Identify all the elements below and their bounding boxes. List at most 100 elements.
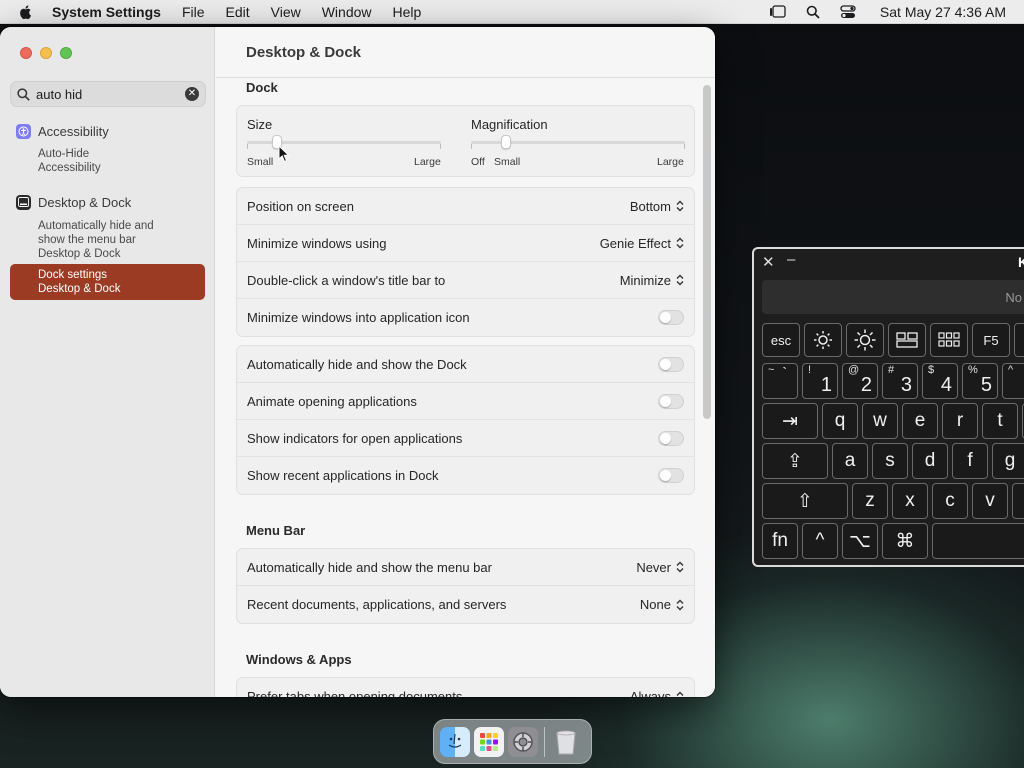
- launchpad-icon[interactable]: [474, 726, 504, 757]
- menu-file[interactable]: File: [182, 4, 205, 20]
- minimize-into-icon-toggle[interactable]: [658, 310, 684, 325]
- accessibility-icon: [16, 123, 31, 139]
- close-icon[interactable]: ✕: [762, 253, 775, 271]
- key-e[interactable]: e: [902, 403, 938, 439]
- trash-icon[interactable]: [551, 727, 581, 757]
- size-max-label: Large: [414, 156, 441, 168]
- mission-control-icon[interactable]: [888, 323, 926, 357]
- key-shift[interactable]: ⇧: [762, 483, 848, 519]
- search-result-title: Auto-Hide: [38, 148, 90, 160]
- row-prefer-tabs: Prefer tabs when opening documents Alway…: [237, 678, 694, 697]
- system-settings-icon[interactable]: [508, 726, 538, 757]
- key-r[interactable]: r: [942, 403, 978, 439]
- dock: [433, 719, 592, 764]
- key-x[interactable]: x: [892, 483, 928, 519]
- search-result-dock-settings[interactable]: Dock settings Desktop & Dock: [10, 264, 205, 300]
- search-result-auto-hide[interactable]: Auto-Hide Accessibility: [0, 147, 215, 175]
- key-tab[interactable]: ⇥: [762, 403, 818, 439]
- key-option[interactable]: ⌥: [842, 523, 878, 559]
- key-t[interactable]: t: [982, 403, 1018, 439]
- double-click-popup[interactable]: Minimize: [620, 273, 684, 288]
- key-v[interactable]: v: [972, 483, 1008, 519]
- dock-divider: [544, 726, 545, 757]
- minimize-window-button[interactable]: [40, 47, 52, 59]
- key-char: `: [782, 364, 787, 380]
- menu-app-name[interactable]: System Settings: [52, 4, 161, 20]
- show-indicators-toggle[interactable]: [658, 430, 684, 446]
- search-result-menu-bar[interactable]: Automatically hide and show the menu bar…: [0, 219, 170, 261]
- key-1[interactable]: ! 1: [802, 363, 838, 399]
- key-2[interactable]: @2: [842, 363, 878, 399]
- stage-manager-icon[interactable]: [769, 5, 786, 19]
- key-s[interactable]: s: [872, 443, 908, 479]
- apple-menu-icon[interactable]: [18, 4, 34, 20]
- brightness-down-icon[interactable]: [804, 323, 842, 357]
- size-label: Size: [247, 117, 273, 132]
- search-input[interactable]: [36, 86, 176, 102]
- brightness-up-icon[interactable]: [846, 323, 884, 357]
- row-recent-documents: Recent documents, applications, and serv…: [237, 586, 694, 623]
- key-5[interactable]: % 5: [962, 363, 998, 399]
- menu-window[interactable]: Window: [322, 4, 372, 20]
- key-fn[interactable]: fn: [762, 523, 798, 559]
- key-backtick[interactable]: ~ `: [762, 363, 798, 399]
- key-f[interactable]: f: [952, 443, 988, 479]
- key-a[interactable]: a: [832, 443, 868, 479]
- key-6[interactable]: ^: [1002, 363, 1024, 399]
- menu-edit[interactable]: Edit: [226, 4, 250, 20]
- toggle-knob: [660, 312, 671, 323]
- key-3[interactable]: #3: [882, 363, 918, 399]
- magnification-slider-thumb[interactable]: [501, 135, 511, 149]
- mag-tick-off: [471, 144, 472, 149]
- sidebar-category-accessibility[interactable]: Accessibility: [0, 121, 215, 141]
- key-caps-lock[interactable]: ⇪: [762, 443, 828, 479]
- clear-search-icon[interactable]: ✕: [185, 87, 199, 101]
- row-minimize-into-app-icon: Minimize windows into application icon: [237, 299, 694, 336]
- minimize-icon[interactable]: –: [787, 251, 795, 268]
- control-center-icon[interactable]: [840, 5, 856, 19]
- position-popup[interactable]: Bottom: [630, 199, 684, 214]
- mag-tick-max: [684, 144, 685, 149]
- menu-help[interactable]: Help: [393, 4, 422, 20]
- key-z[interactable]: z: [852, 483, 888, 519]
- minimize-effect-popup[interactable]: Genie Effect: [600, 236, 684, 251]
- toggle-knob: [660, 432, 671, 444]
- row-label: Automatically hide and show the menu bar: [247, 559, 492, 575]
- key-w[interactable]: w: [862, 403, 898, 439]
- close-window-button[interactable]: [20, 47, 32, 59]
- key-g[interactable]: g: [992, 443, 1024, 479]
- search-field[interactable]: ✕: [10, 81, 206, 107]
- main-scrollbar[interactable]: [703, 85, 711, 419]
- key-char: 5: [980, 374, 992, 396]
- zoom-window-button[interactable]: [60, 47, 72, 59]
- row-label: Recent documents, applications, and serv…: [247, 597, 507, 612]
- sidebar-category-desktop-dock[interactable]: Desktop & Dock: [0, 192, 215, 212]
- auto-hide-dock-toggle[interactable]: [658, 356, 684, 372]
- search-result-subtitle: Accessibility: [38, 162, 101, 174]
- recent-items-popup[interactable]: None: [640, 597, 684, 612]
- animate-opening-toggle[interactable]: [658, 393, 684, 409]
- key-c[interactable]: c: [932, 483, 968, 519]
- key-control[interactable]: ^: [802, 523, 838, 559]
- key-f5[interactable]: F5: [972, 323, 1010, 357]
- key-q[interactable]: q: [822, 403, 858, 439]
- window-controls: [20, 47, 80, 59]
- key-b[interactable]: [1012, 483, 1024, 519]
- key-f6[interactable]: [1014, 323, 1024, 357]
- spotlight-search-icon[interactable]: [806, 5, 820, 19]
- launchpad-grid-icon[interactable]: [930, 323, 968, 357]
- auto-hide-menu-bar-popup[interactable]: Never: [636, 560, 684, 575]
- finder-icon[interactable]: [440, 726, 470, 757]
- menu-clock[interactable]: Sat May 27 4:36 AM: [880, 4, 1006, 20]
- key-esc[interactable]: esc: [762, 323, 800, 357]
- show-recent-apps-toggle[interactable]: [658, 468, 684, 483]
- menu-view[interactable]: View: [271, 4, 301, 20]
- key-command[interactable]: ⌘: [882, 523, 928, 559]
- prefer-tabs-popup[interactable]: Always: [630, 689, 684, 697]
- key-d[interactable]: d: [912, 443, 948, 479]
- key-4[interactable]: $4: [922, 363, 958, 399]
- key-space[interactable]: [932, 523, 1024, 559]
- toggle-knob: [660, 470, 671, 481]
- chevron-up-down-icon: [676, 691, 684, 696]
- keyboard-viewer-title: K: [1018, 254, 1024, 270]
